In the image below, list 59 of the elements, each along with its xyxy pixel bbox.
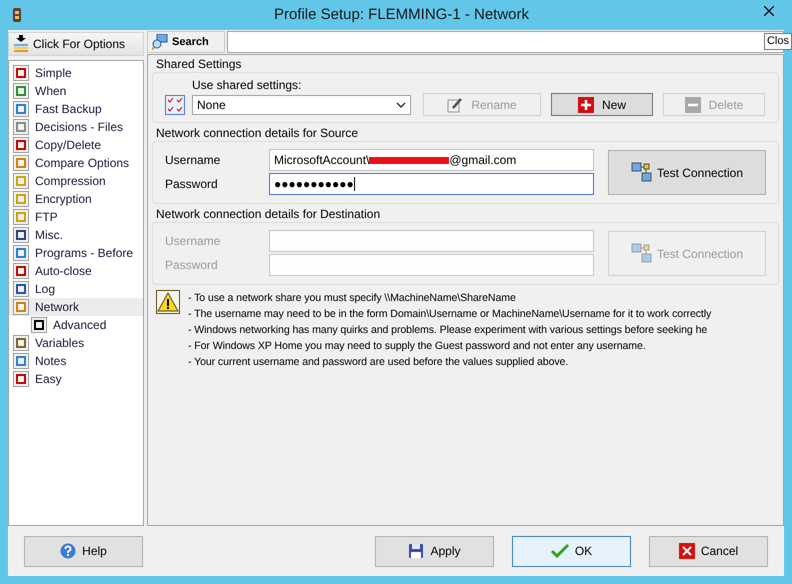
sidebar-item[interactable]: Fast Backup (9, 100, 143, 118)
sidebar-item[interactable]: Simple (9, 64, 143, 82)
search-button[interactable]: Search (147, 31, 225, 53)
field-label: Username (165, 152, 222, 169)
search-icon (152, 34, 168, 50)
new-button[interactable]: New (551, 93, 653, 116)
field-label: Use shared settings: (192, 77, 302, 93)
app-logo-icon (11, 6, 23, 24)
sidebar-item[interactable]: Auto-close (9, 262, 143, 280)
check-icon (550, 543, 569, 559)
window-title: Profile Setup: FLEMMING-1 - Network (274, 4, 530, 25)
tooltip: Clos (764, 33, 792, 50)
sidebar-item[interactable]: Misc. (9, 226, 143, 244)
note-line: - For Windows XP Home you may need to supply the Guest password and not enter any username. (188, 339, 647, 354)
computers-icon (630, 160, 653, 184)
sidebar-item[interactable]: Compare Options (9, 154, 143, 172)
group-title: Network connection details for Destination (155, 206, 382, 222)
help-icon (60, 543, 76, 559)
sidebar-item[interactable]: Log (9, 280, 143, 298)
close-icon (678, 543, 695, 559)
field-label: Username (165, 233, 222, 250)
note-line: - To use a network share you must specify \\MachineName\ShareName (188, 291, 517, 306)
note-line: - Windows networking has many quirks and problems. Please experiment with various settings before seeking he (188, 323, 708, 338)
computers-icon (630, 242, 653, 266)
pencil-icon (447, 96, 464, 112)
minus-icon (684, 96, 701, 112)
list-icon (13, 35, 29, 53)
close-icon (764, 6, 774, 16)
sidebar-item[interactable]: Easy (9, 370, 143, 388)
sidebar-item[interactable]: When (9, 82, 143, 100)
note-line: - Your current username and password are used before the values supplied above. (188, 355, 570, 370)
sidebar-item[interactable]: Advanced (9, 316, 143, 334)
test-connection-button[interactable]: Test Connection (608, 150, 766, 195)
group-title: Network connection details for Source (155, 125, 360, 141)
sidebar-item[interactable]: Copy/Delete (9, 136, 143, 154)
plus-icon (578, 96, 594, 112)
chevron-down-icon (396, 102, 406, 108)
sidebar-item[interactable]: Notes (9, 352, 143, 370)
dropdown[interactable]: None (192, 94, 411, 114)
apply-button[interactable]: Apply (375, 536, 494, 566)
sidebar-item[interactable]: Programs - Before (9, 244, 143, 262)
square-icon (13, 353, 29, 369)
note-line: - The username may need to be in the form Domain\Username or MachineName\Username for it to work correctly (188, 307, 712, 322)
warning-icon (156, 290, 180, 314)
field-label: Password (165, 257, 219, 274)
sidebar-item[interactable]: Decisions - Files (9, 118, 143, 136)
sidebar-item[interactable]: Network (9, 298, 143, 316)
options-button[interactable]: Click For Options (8, 32, 144, 56)
ok-button[interactable]: OK (512, 536, 631, 566)
input-field[interactable]: ●●●●●●●●●●● (269, 173, 594, 195)
sidebar-item[interactable]: Variables (9, 334, 143, 352)
help-button[interactable]: Help (24, 536, 143, 566)
sidebar-item[interactable]: Compression (9, 172, 143, 190)
sidebar-item[interactable]: Encryption (9, 190, 143, 208)
text-cursor (354, 177, 355, 191)
sidebar-item[interactable]: FTP (9, 208, 143, 226)
field-label: Password (165, 176, 219, 193)
group-title: Shared Settings (155, 56, 242, 72)
cancel-button[interactable]: Cancel (649, 536, 768, 566)
